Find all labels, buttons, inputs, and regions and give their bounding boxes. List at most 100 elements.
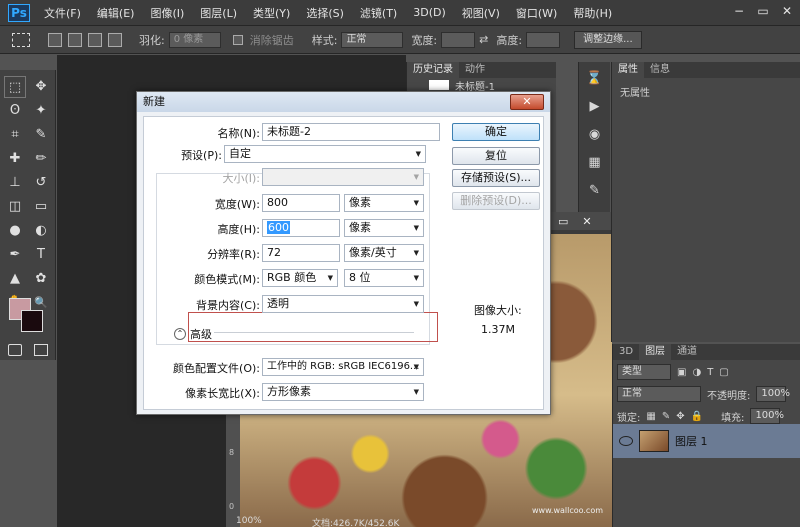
resolution-unit-select[interactable]: 像素/英寸	[344, 244, 424, 262]
preset-select[interactable]: 自定	[224, 145, 426, 163]
brush-tool-icon[interactable]: ✏	[30, 148, 52, 170]
swatches-panel-icon[interactable]: ▦	[584, 152, 606, 174]
lock-pixels-icon[interactable]: ▦	[646, 411, 655, 422]
doc-restore-icon[interactable]: ▭	[558, 215, 568, 228]
menu-image[interactable]: 图像(I)	[142, 5, 192, 21]
lock-paint-icon[interactable]: ✎	[662, 411, 670, 422]
blend-mode-select[interactable]: 正常	[617, 386, 701, 402]
clone-stamp-tool-icon[interactable]: ⊥	[4, 172, 26, 194]
pen-tool-icon[interactable]: ✒	[4, 244, 26, 266]
doc-close-icon[interactable]: ✕	[582, 215, 591, 228]
menu-layer[interactable]: 图层(L)	[192, 5, 245, 21]
menu-help[interactable]: 帮助(H)	[565, 5, 620, 21]
menu-view[interactable]: 视图(V)	[454, 5, 508, 21]
background-content-select[interactable]: 透明	[262, 295, 424, 313]
color-mode-select[interactable]: RGB 颜色	[262, 269, 338, 287]
height-unit-select[interactable]: 像素	[344, 219, 424, 237]
style-select[interactable]: 正常	[341, 31, 404, 48]
close-icon[interactable]: ✕	[780, 4, 794, 18]
menu-filter[interactable]: 滤镜(T)	[352, 5, 405, 21]
crop-tool-icon[interactable]: ⌗	[4, 124, 26, 146]
new-selection-icon[interactable]	[48, 32, 62, 47]
quick-mask-icon[interactable]	[8, 344, 22, 356]
marquee-preset-icon[interactable]	[12, 32, 30, 47]
width-unit-select[interactable]: 像素	[344, 194, 424, 212]
move-tool-icon[interactable]: ✥	[30, 76, 52, 98]
screen-mode-icon[interactable]	[34, 344, 48, 356]
layers-panel: 3D 图层 通道 类型 ▣ ◑ T ▢ 正常 不透明度: 100% 锁定: ▦ …	[612, 344, 800, 527]
menu-file[interactable]: 文件(F)	[36, 5, 89, 21]
opacity-input[interactable]: 100%	[756, 386, 790, 402]
tab-actions[interactable]: 动作	[459, 62, 491, 78]
gradient-tool-icon[interactable]: ▭	[30, 196, 52, 218]
tab-layers[interactable]: 图层	[639, 344, 672, 360]
height-input[interactable]	[526, 31, 561, 48]
width-input[interactable]	[441, 31, 476, 48]
save-preset-button[interactable]: 存储预设(S)...	[452, 169, 540, 187]
resolution-input[interactable]: 72	[262, 244, 340, 262]
menu-type[interactable]: 类型(Y)	[245, 5, 298, 21]
menu-window[interactable]: 窗口(W)	[508, 5, 565, 21]
feather-input[interactable]: 0 像素	[168, 31, 221, 48]
eyedropper-tool-icon[interactable]: ✎	[30, 124, 52, 146]
antialias-checkbox[interactable]	[232, 34, 243, 45]
actions-panel-icon[interactable]: ▶	[584, 96, 606, 118]
dodge-tool-icon[interactable]: ◐	[30, 220, 52, 242]
magic-wand-tool-icon[interactable]: ✦	[30, 100, 52, 122]
history-snapshot-thumbnail[interactable]	[429, 80, 449, 90]
reset-button[interactable]: 复位	[452, 147, 540, 165]
layer-name[interactable]: 图层 1	[675, 433, 708, 449]
menu-3d[interactable]: 3D(D)	[405, 6, 454, 19]
intersect-selection-icon[interactable]	[108, 32, 122, 47]
color-panel-icon[interactable]: ◉	[584, 124, 606, 146]
filter-shape-icon[interactable]: ▢	[719, 367, 728, 378]
size-select[interactable]	[262, 168, 424, 186]
tab-properties[interactable]: 属性	[612, 62, 644, 78]
tab-info[interactable]: 信息	[644, 62, 676, 78]
filter-adjust-icon[interactable]: ◑	[692, 367, 701, 378]
type-tool-icon[interactable]: T	[30, 244, 52, 266]
delete-preset-button[interactable]: 删除预设(D)...	[452, 192, 540, 210]
width-input[interactable]: 800	[262, 194, 340, 212]
fill-input[interactable]: 100%	[750, 408, 784, 424]
restore-icon[interactable]: ▭	[756, 4, 770, 18]
history-brush-tool-icon[interactable]: ↺	[30, 172, 52, 194]
menu-edit[interactable]: 编辑(E)	[89, 5, 143, 21]
tab-channels[interactable]: 通道	[671, 344, 703, 360]
eraser-tool-icon[interactable]: ◫	[4, 196, 26, 218]
name-input[interactable]: 未标题-2	[262, 123, 440, 141]
dialog-close-button[interactable]: ✕	[510, 94, 544, 110]
filter-type-icon[interactable]: T	[707, 367, 713, 378]
menu-select[interactable]: 选择(S)	[298, 5, 352, 21]
healing-brush-tool-icon[interactable]: ✚	[4, 148, 26, 170]
lock-position-icon[interactable]: ✥	[676, 411, 684, 422]
add-selection-icon[interactable]	[68, 32, 82, 47]
layer-filter-select[interactable]: 类型	[617, 364, 671, 380]
blur-tool-icon[interactable]: ●	[4, 220, 26, 242]
pixel-aspect-select[interactable]: 方形像素	[262, 383, 424, 401]
height-input[interactable]: 600	[262, 219, 340, 237]
layer-row[interactable]: 图层 1	[613, 424, 800, 458]
visibility-eye-icon[interactable]	[619, 436, 633, 446]
swap-icon[interactable]: ⇄	[479, 33, 488, 46]
advanced-toggle[interactable]: ⌃ 高级	[174, 326, 212, 342]
ruler-left-number: 8	[229, 448, 235, 457]
brush-panel-icon[interactable]: ✎	[584, 180, 606, 202]
tab-history[interactable]: 历史记录	[407, 62, 459, 78]
ok-button[interactable]: 确定	[452, 123, 540, 141]
zoom-level[interactable]: 100%	[236, 516, 262, 526]
background-color-swatch[interactable]	[21, 310, 43, 332]
refine-edge-button[interactable]: 调整边缘...	[574, 30, 642, 49]
minimize-icon[interactable]: −	[732, 4, 746, 18]
filter-image-icon[interactable]: ▣	[677, 367, 686, 378]
bit-depth-select[interactable]: 8 位	[344, 269, 424, 287]
marquee-tool-icon[interactable]: ⬚	[4, 76, 26, 98]
subtract-selection-icon[interactable]	[88, 32, 102, 47]
path-selection-tool-icon[interactable]: ▲	[4, 268, 26, 290]
lock-all-icon[interactable]: 🔒	[691, 411, 703, 422]
tab-3d[interactable]: 3D	[613, 344, 639, 360]
lasso-tool-icon[interactable]: ʘ	[4, 100, 26, 122]
color-profile-select[interactable]: 工作中的 RGB: sRGB IEC6196...	[262, 358, 424, 376]
history-panel-icon[interactable]: ⌛	[584, 68, 606, 90]
custom-shape-tool-icon[interactable]: ✿	[30, 268, 52, 290]
